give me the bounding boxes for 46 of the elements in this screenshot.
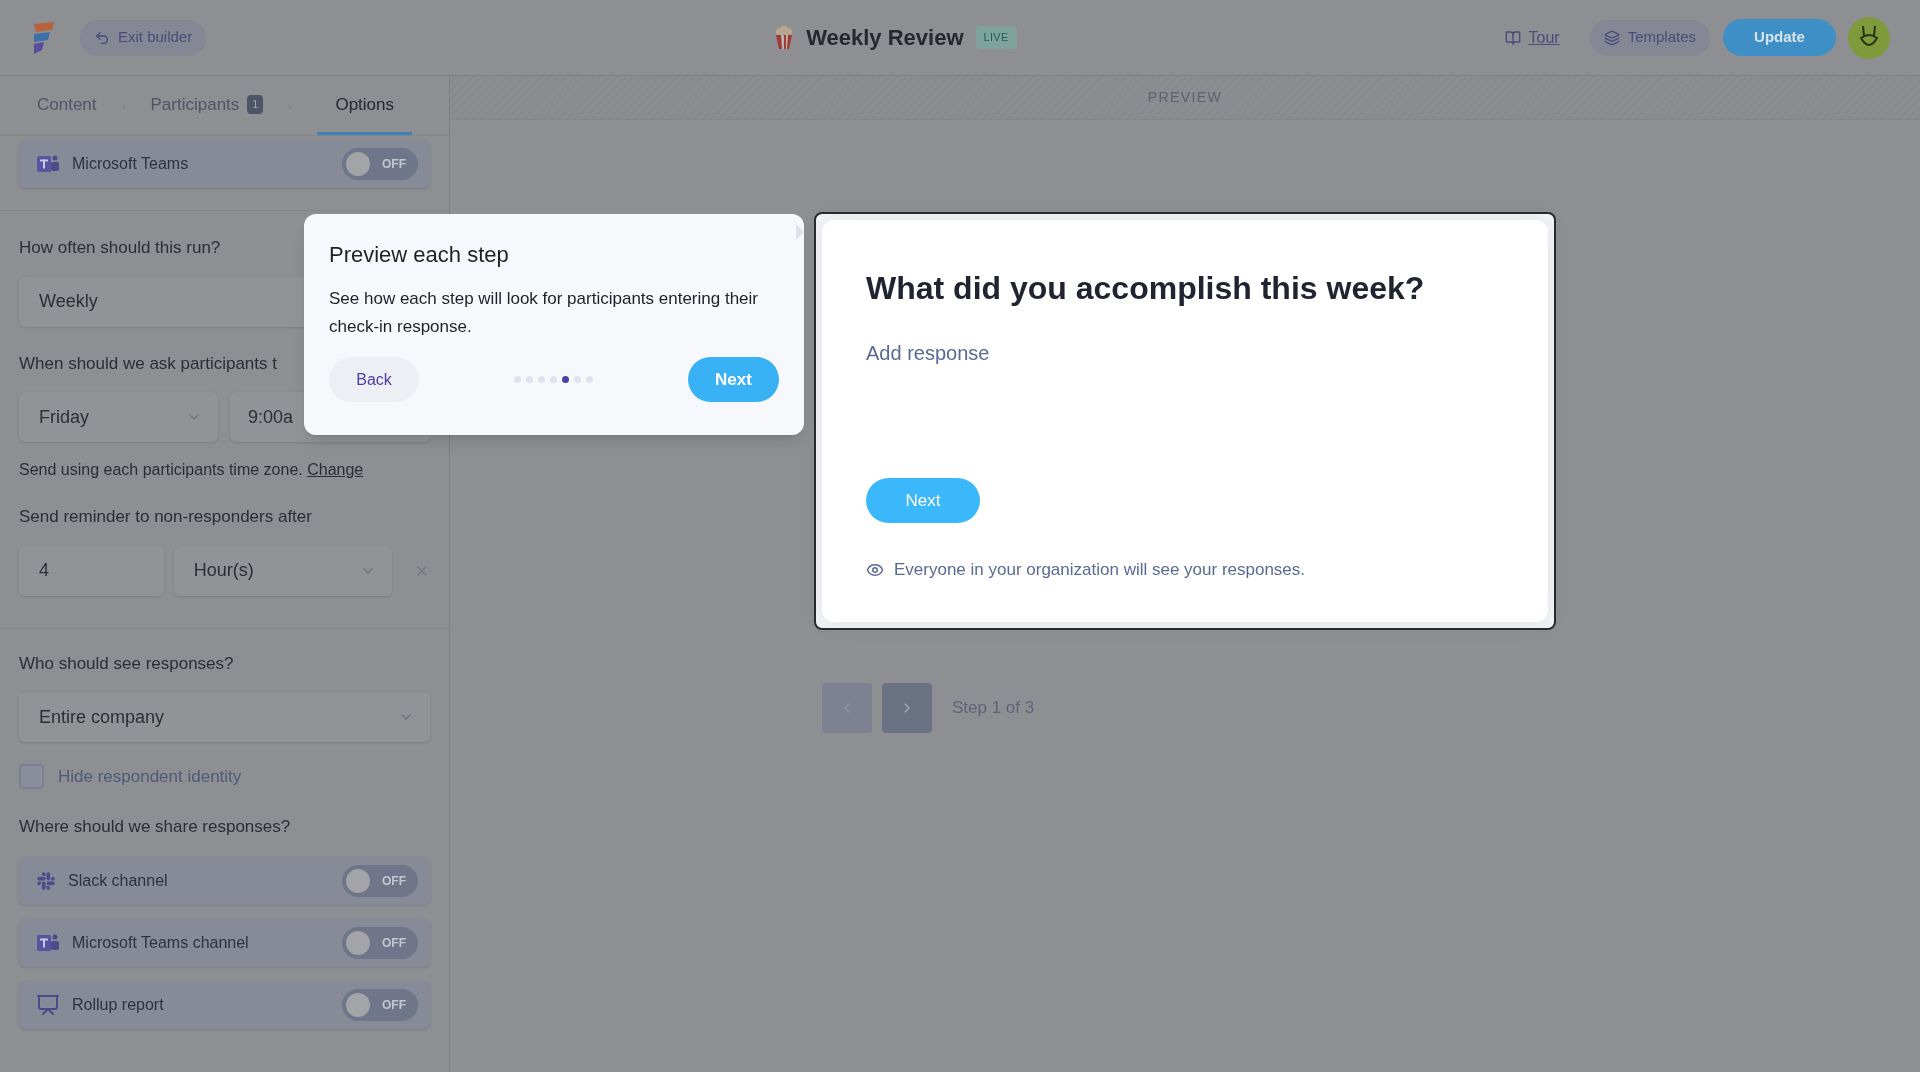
exit-builder-button[interactable]: Exit builder xyxy=(80,19,207,56)
slack-icon xyxy=(36,871,56,891)
day-select[interactable]: Friday xyxy=(19,392,218,442)
tour-link[interactable]: Tour xyxy=(1504,25,1560,50)
visibility-select[interactable]: Entire company xyxy=(19,692,430,742)
toggle-switch[interactable]: OFF xyxy=(342,989,418,1021)
field-label: Who should see responses? xyxy=(19,652,234,675)
undo-icon xyxy=(94,29,110,46)
toggle-switch[interactable]: OFF xyxy=(342,927,418,959)
integration-label: Microsoft Teams channel xyxy=(72,933,250,953)
field-label: When should we ask participants t xyxy=(19,352,277,375)
toggle-switch[interactable]: OFF xyxy=(342,148,418,180)
avatar[interactable] xyxy=(1848,16,1890,59)
tour-next-button[interactable]: Next xyxy=(688,357,779,402)
reminder-unit-select[interactable]: Hour(s) xyxy=(173,545,393,596)
back-button[interactable]: Back xyxy=(329,357,419,402)
popover-title: Preview each step xyxy=(329,241,510,269)
toggle-switch[interactable]: OFF xyxy=(342,865,418,897)
timezone-note: Send using each participants time zone. Change xyxy=(19,460,365,480)
integration-label: Rollup report xyxy=(72,995,165,1015)
templates-button[interactable]: Templates xyxy=(1589,19,1710,56)
templates-icon xyxy=(1603,29,1620,46)
update-button[interactable]: Update xyxy=(1723,19,1836,56)
count-badge: 1 xyxy=(247,95,264,114)
change-link[interactable]: Change xyxy=(307,461,364,478)
book-icon xyxy=(1504,29,1521,46)
popover-pointer xyxy=(796,224,804,240)
step-tab[interactable]: Participants 1 xyxy=(150,77,264,135)
question-title: What did you accomplish this week? xyxy=(866,269,1426,308)
field-label: How often should this run? xyxy=(19,237,221,259)
page-title: Weekly Review xyxy=(806,24,964,52)
live-badge: LIVE xyxy=(975,26,1017,49)
reminder-amount-field[interactable]: 4 xyxy=(19,545,164,596)
popcorn-icon xyxy=(774,25,795,50)
step-tab[interactable]: Content xyxy=(37,77,97,135)
report-icon xyxy=(36,993,60,1017)
field-label: Where should we share responses? xyxy=(19,815,291,838)
next-button[interactable]: Next xyxy=(866,478,980,523)
field-label: Send reminder to non-responders after xyxy=(19,506,312,528)
integration-label: Microsoft Teams xyxy=(72,154,190,174)
next-step-button[interactable] xyxy=(882,683,932,733)
visibility-notice: Everyone in your organization will see your responses. xyxy=(894,559,1306,581)
step-tab[interactable]: Options xyxy=(317,77,412,135)
integration-label: Slack channel xyxy=(68,871,169,891)
response-input[interactable]: Add response xyxy=(866,338,1466,368)
checkbox-label: Hide respondent identity xyxy=(58,766,242,788)
